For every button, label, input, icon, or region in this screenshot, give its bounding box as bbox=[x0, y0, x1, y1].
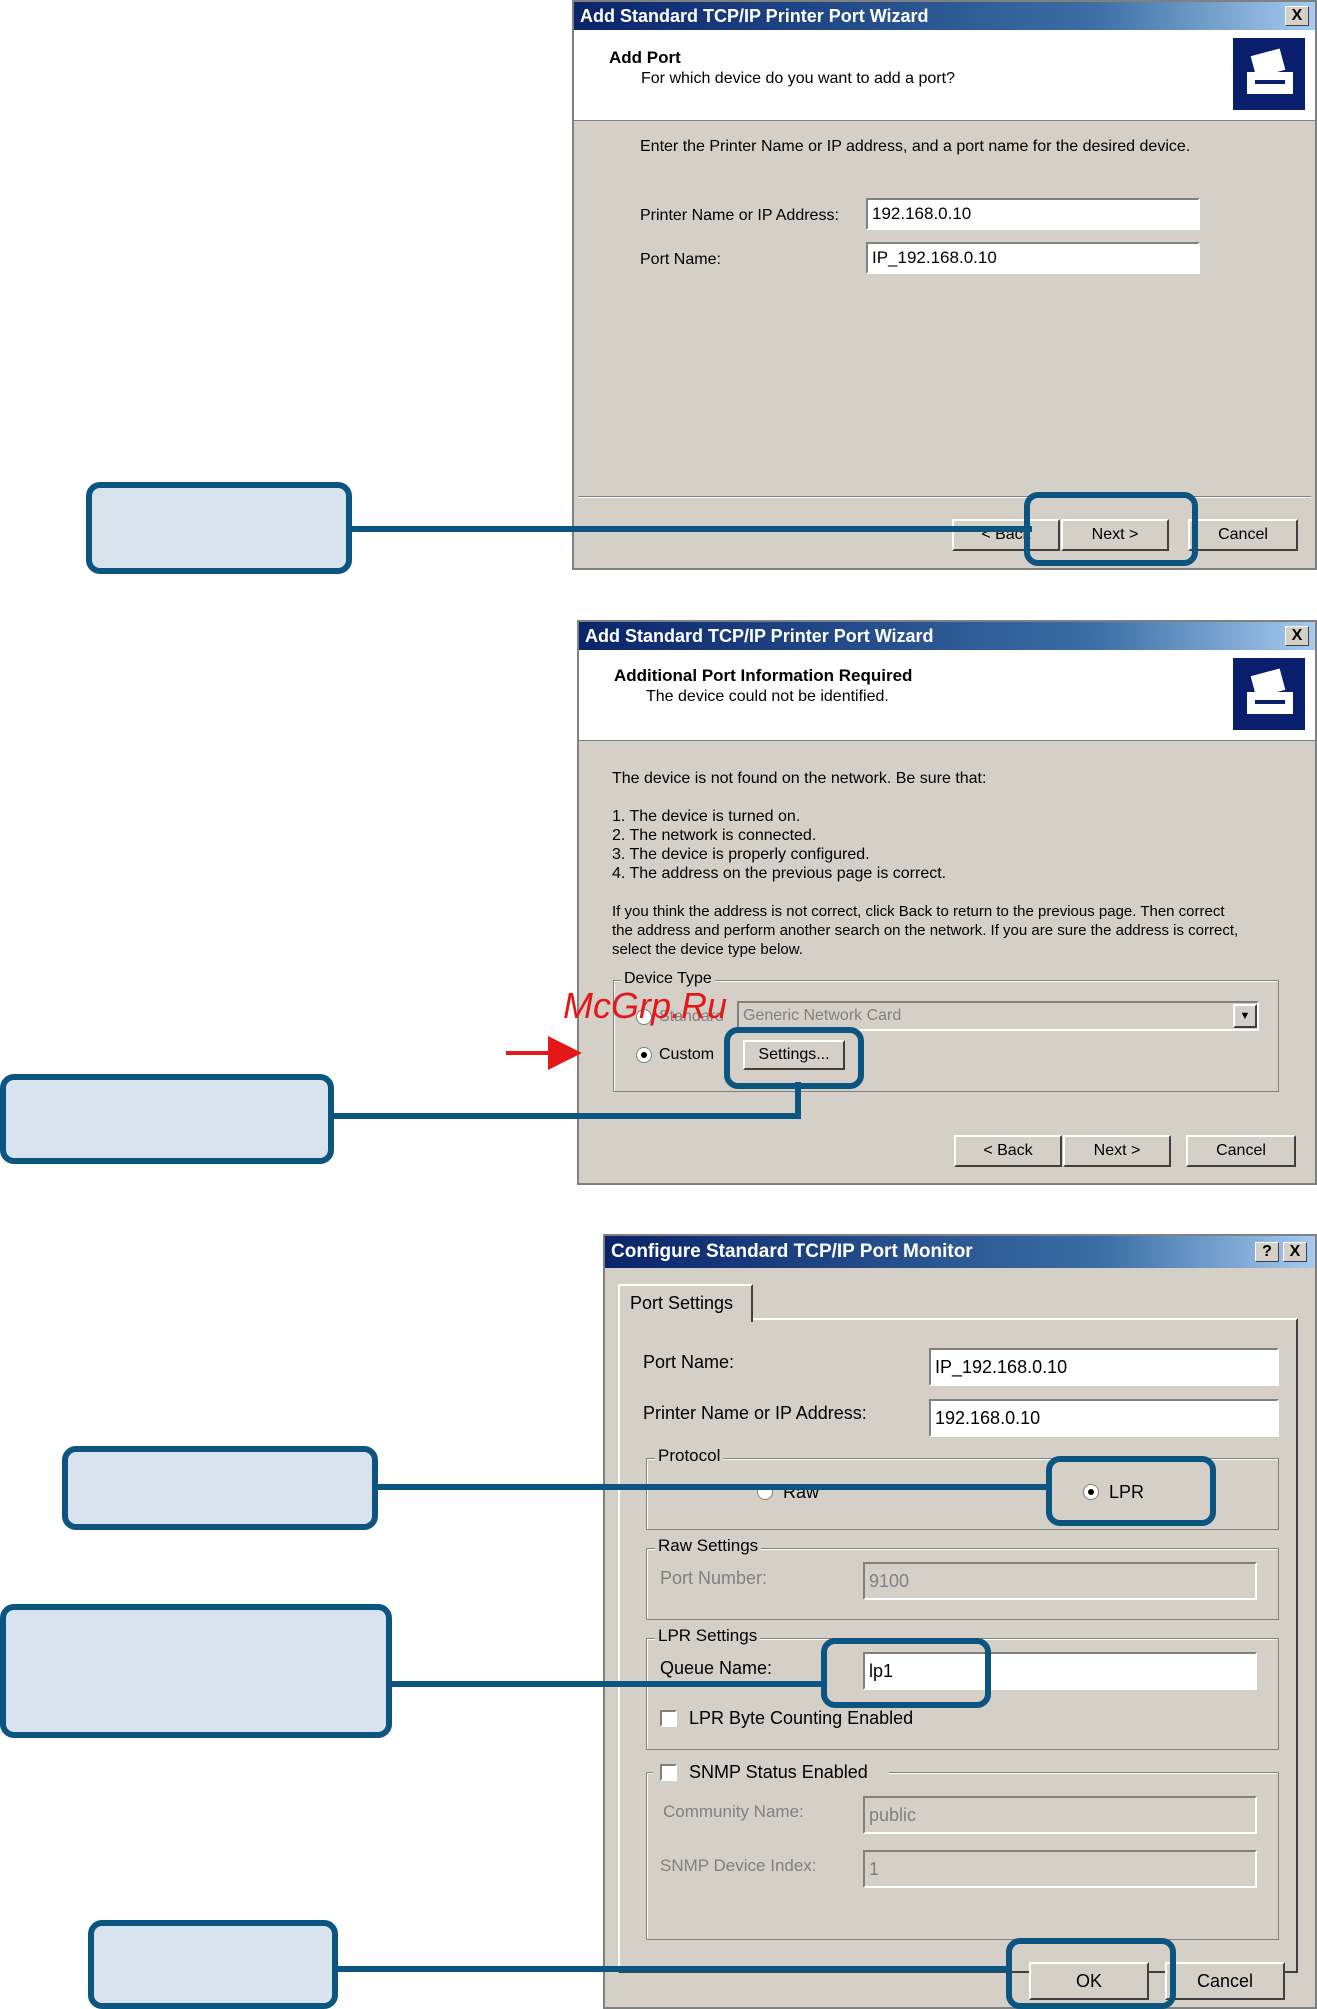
instruction-text: Enter the Printer Name or IP address, an… bbox=[640, 138, 1191, 155]
not-found-text: The device is not found on the network. … bbox=[612, 770, 987, 787]
tab-port-settings[interactable]: Port Settings bbox=[618, 1284, 753, 1322]
callout-line bbox=[392, 1681, 825, 1687]
close-button[interactable]: X bbox=[1285, 626, 1309, 646]
port-name-label: Port Name: bbox=[643, 1352, 735, 1372]
help-button[interactable]: ? bbox=[1255, 1242, 1279, 1262]
port-name-label: Port Name: bbox=[640, 251, 721, 268]
wizard-header: Add Port For which device do you want to… bbox=[574, 30, 1315, 121]
community-name-input[interactable]: public bbox=[863, 1796, 1257, 1834]
dialog-title: Add Standard TCP/IP Printer Port Wizard bbox=[574, 2, 1315, 30]
printer-name-label: Printer Name or IP Address: bbox=[640, 207, 839, 224]
close-button[interactable]: X bbox=[1285, 6, 1309, 26]
port-number-input[interactable]: 9100 bbox=[863, 1562, 1257, 1600]
red-arrow-icon bbox=[506, 1036, 582, 1070]
custom-label: Custom bbox=[659, 1046, 715, 1063]
callout-line bbox=[352, 526, 1032, 532]
printer-wizard-icon bbox=[1233, 658, 1305, 730]
wizard-heading: Add Port bbox=[609, 48, 681, 67]
snmp-device-index-input[interactable]: 1 bbox=[863, 1850, 1257, 1888]
byte-counting-checkbox[interactable] bbox=[660, 1710, 677, 1727]
printer-name-input[interactable]: 192.168.0.10 bbox=[866, 198, 1200, 230]
cancel-button[interactable]: Cancel bbox=[1188, 519, 1298, 551]
callout-box bbox=[0, 1604, 392, 1738]
checklist-item: 1. The device is turned on. bbox=[612, 808, 801, 825]
community-name-label: Community Name: bbox=[663, 1802, 804, 1821]
additional-port-info-dialog: Add Standard TCP/IP Printer Port Wizard … bbox=[577, 620, 1317, 1185]
callout-line bbox=[338, 1966, 1010, 1972]
cancel-button[interactable]: Cancel bbox=[1186, 1135, 1296, 1167]
dialog-title: Add Standard TCP/IP Printer Port Wizard bbox=[579, 622, 1315, 650]
note-text: select the device type below. bbox=[612, 941, 803, 958]
callout-box bbox=[88, 1920, 338, 2009]
add-port-wizard-dialog: Add Standard TCP/IP Printer Port Wizard … bbox=[572, 0, 1317, 570]
cancel-button[interactable]: Cancel bbox=[1165, 1962, 1285, 2000]
ok-button-highlight bbox=[1006, 1938, 1176, 2009]
port-name-input[interactable]: IP_192.168.0.10 bbox=[929, 1348, 1279, 1386]
snmp-label: SNMP Status Enabled bbox=[689, 1762, 868, 1782]
next-button-highlight bbox=[1024, 492, 1198, 566]
wizard-subheading: For which device do you want to add a po… bbox=[641, 70, 955, 87]
queue-name-label: Queue Name: bbox=[660, 1658, 773, 1678]
protocol-label: Protocol bbox=[655, 1446, 724, 1466]
watermark: McGrp.Ru bbox=[563, 985, 728, 1026]
callout-box bbox=[86, 482, 352, 574]
checklist-item: 4. The address on the previous page is c… bbox=[612, 865, 947, 882]
raw-settings-label: Raw Settings bbox=[655, 1536, 762, 1556]
callout-box bbox=[62, 1446, 378, 1530]
port-name-input[interactable]: IP_192.168.0.10 bbox=[866, 242, 1200, 274]
configure-port-monitor-dialog: Configure Standard TCP/IP Port Monitor ?… bbox=[603, 1234, 1317, 2009]
lpr-settings-label: LPR Settings bbox=[655, 1626, 761, 1646]
back-button[interactable]: < Back bbox=[954, 1135, 1062, 1167]
callout-line bbox=[334, 1113, 801, 1119]
snmp-device-index-label: SNMP Device Index: bbox=[660, 1856, 817, 1875]
checklist-item: 3. The device is properly configured. bbox=[612, 846, 870, 863]
wizard-header: Additional Port Information Required The… bbox=[579, 650, 1315, 741]
queue-name-highlight bbox=[821, 1638, 991, 1708]
wizard-heading: Additional Port Information Required bbox=[614, 666, 913, 685]
dialog-title: Configure Standard TCP/IP Port Monitor bbox=[605, 1236, 1315, 1268]
snmp-checkbox[interactable] bbox=[660, 1764, 677, 1781]
checklist-item: 2. The network is connected. bbox=[612, 827, 817, 844]
printer-wizard-icon bbox=[1233, 38, 1305, 110]
callout-line bbox=[378, 1484, 1050, 1490]
byte-counting-label: LPR Byte Counting Enabled bbox=[689, 1708, 914, 1728]
close-button[interactable]: X bbox=[1283, 1242, 1307, 1262]
custom-radio[interactable] bbox=[636, 1047, 652, 1063]
chevron-down-icon[interactable]: ▼ bbox=[1233, 1004, 1257, 1028]
printer-name-input[interactable]: 192.168.0.10 bbox=[929, 1399, 1279, 1437]
footer-separator bbox=[578, 496, 1311, 498]
settings-button-highlight bbox=[724, 1027, 864, 1089]
note-text: If you think the address is not correct,… bbox=[612, 903, 1225, 920]
port-number-label: Port Number: bbox=[660, 1568, 768, 1588]
lpr-radio-highlight bbox=[1046, 1456, 1216, 1526]
next-button[interactable]: Next > bbox=[1063, 1135, 1171, 1167]
callout-box bbox=[0, 1074, 334, 1164]
wizard-subheading: The device could not be identified. bbox=[646, 688, 889, 705]
printer-name-label: Printer Name or IP Address: bbox=[643, 1403, 867, 1423]
note-text: the address and perform another search o… bbox=[612, 922, 1239, 939]
